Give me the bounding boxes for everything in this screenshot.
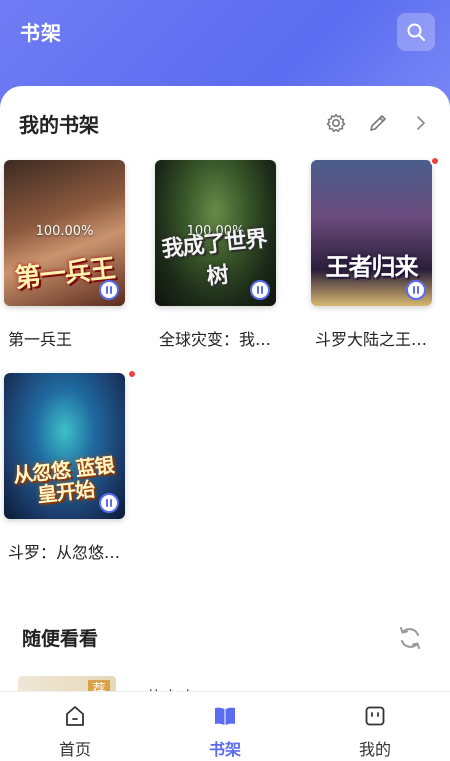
book-title: 第一兵王 <box>8 330 73 349</box>
book-cover[interactable]: 王者归来 <box>311 160 432 306</box>
random-section-title: 随便看看 <box>22 628 99 650</box>
tab-home[interactable]: 首页 <box>0 692 150 761</box>
tab-label: 我的 <box>358 740 391 759</box>
audio-icon[interactable] <box>250 280 270 300</box>
user-icon <box>365 706 385 726</box>
bookshelf-panel: 我的书架 100.00% 第一兵王 第一兵王 100.00% 我成了世界树 全球… <box>0 86 450 696</box>
update-dot <box>430 156 440 166</box>
book-icon <box>215 707 235 725</box>
book-cover[interactable]: 100.00% 我成了世界树 <box>155 160 276 306</box>
pencil-icon[interactable] <box>367 112 389 134</box>
tab-label: 首页 <box>58 740 91 759</box>
refresh-icon[interactable] <box>396 624 424 652</box>
audio-icon[interactable] <box>99 493 119 513</box>
update-dot <box>127 369 137 379</box>
home-icon <box>66 706 84 726</box>
book-cover[interactable]: 从忽悠 蓝银皇开始 <box>4 373 125 519</box>
page-title: 书架 <box>20 21 62 45</box>
book-item[interactable]: 100.00% 第一兵王 第一兵王 <box>4 160 134 349</box>
tab-mine[interactable]: 我的 <box>300 692 450 761</box>
chevron-right-icon[interactable] <box>410 112 432 134</box>
book-title: 斗罗：从忽悠蓝银皇开始 <box>8 543 134 562</box>
book-title: 斗罗大陆之王者归来 <box>315 330 441 349</box>
book-title: 全球灾变：我成了世界树 <box>159 330 285 349</box>
search-icon <box>407 23 425 41</box>
book-item[interactable]: 100.00% 我成了世界树 全球灾变：我成了世界树 <box>155 160 285 349</box>
cover-title-art: 王者归来 <box>325 253 419 281</box>
tab-bookshelf[interactable]: 书架 <box>150 692 300 761</box>
audio-icon[interactable] <box>99 280 119 300</box>
search-button[interactable] <box>397 13 435 51</box>
book-item[interactable]: 从忽悠 蓝银皇开始 斗罗：从忽悠蓝银皇开始 <box>4 369 137 562</box>
tab-label: 书架 <box>208 740 241 759</box>
audio-icon[interactable] <box>406 280 426 300</box>
read-progress: 100.00% <box>35 224 94 239</box>
bottom-tab-bar: 首页 书架 我的 <box>0 691 450 761</box>
gear-icon[interactable] <box>325 112 347 134</box>
book-cover[interactable]: 100.00% 第一兵王 <box>4 160 125 306</box>
book-item[interactable]: 王者归来 斗罗大陆之王者归来 <box>311 156 441 349</box>
